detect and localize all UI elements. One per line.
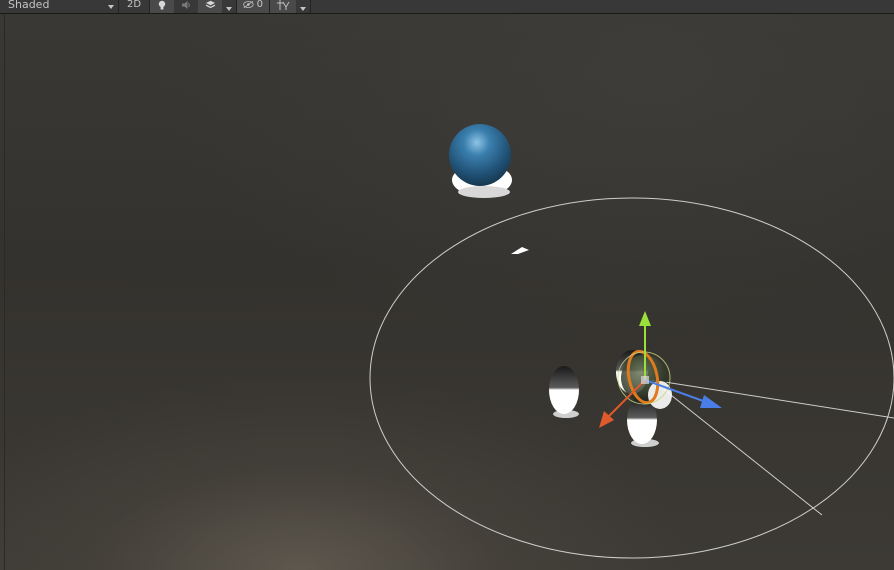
center-handle[interactable] — [641, 376, 649, 384]
2d-toggle-button[interactable]: 2D — [119, 0, 149, 13]
lighting-icon — [158, 0, 166, 9]
chevron-down-icon — [226, 6, 232, 11]
blue-sphere[interactable] — [449, 124, 512, 198]
visibility-icon — [243, 0, 254, 9]
effects-icon — [205, 0, 215, 8]
z-axis-handle[interactable] — [700, 395, 722, 408]
viewport-left-edge — [4, 14, 5, 570]
scene-viewport[interactable] — [0, 14, 894, 570]
toolbar-divider — [310, 0, 311, 13]
scene-toolbar: Shaded 2D 0 — [0, 0, 894, 14]
scene-visibility-button[interactable]: 0 — [237, 0, 269, 13]
gizmos-menu-button[interactable] — [296, 0, 310, 13]
light-range-line — [651, 379, 823, 516]
capsule-left[interactable] — [549, 366, 579, 418]
shadow-fragment — [511, 247, 529, 254]
gizmos-button[interactable] — [270, 0, 296, 13]
y-axis-handle[interactable] — [639, 311, 651, 326]
lighting-toggle-button[interactable] — [150, 0, 174, 13]
2d-toggle-label: 2D — [126, 0, 142, 10]
scene-canvas[interactable] — [0, 14, 894, 570]
effects-toggle-button[interactable] — [198, 0, 222, 13]
audio-icon — [182, 0, 190, 9]
chevron-down-icon — [300, 6, 306, 11]
scene-view-window: Shaded 2D 0 — [0, 0, 894, 570]
shading-mode-dropdown[interactable]: Shaded — [0, 0, 118, 11]
shading-mode-label: Shaded — [8, 0, 50, 11]
audio-toggle-button[interactable] — [174, 0, 198, 13]
light-range-line — [651, 379, 894, 419]
chevron-down-icon — [108, 4, 114, 9]
hidden-object-count: 0 — [256, 0, 263, 10]
gizmos-icon — [276, 0, 289, 10]
effects-menu-button[interactable] — [222, 0, 236, 13]
